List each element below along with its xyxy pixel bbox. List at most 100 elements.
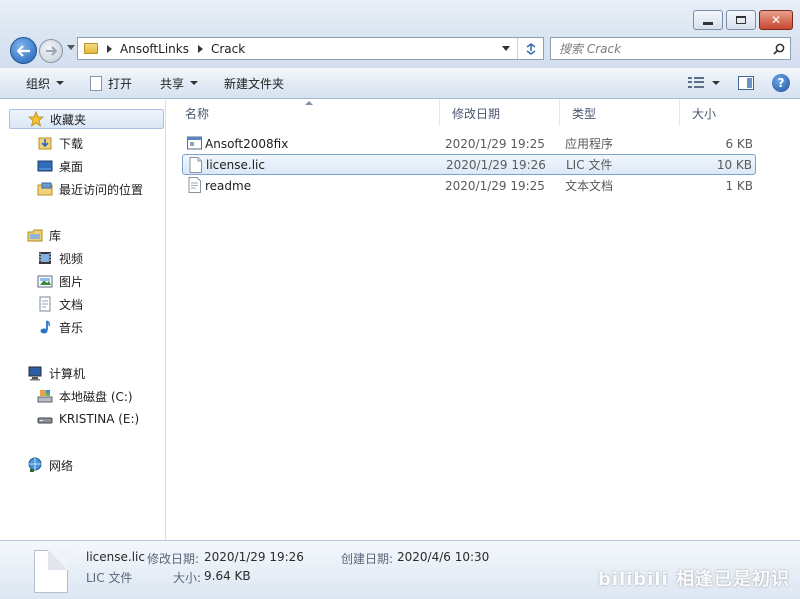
search-icon xyxy=(773,43,785,55)
nav-libraries[interactable]: 库 xyxy=(27,225,61,245)
folder-icon xyxy=(84,43,98,54)
file-date: 2020/1/29 19:26 xyxy=(446,157,546,172)
details-modified-value: 2020/1/29 19:26 xyxy=(204,550,304,564)
details-created-value: 2020/4/6 10:30 xyxy=(397,550,490,564)
nav-pictures[interactable]: 图片 xyxy=(37,271,83,291)
forward-button[interactable] xyxy=(39,39,63,63)
nav-label: 桌面 xyxy=(59,159,84,174)
command-bar: 组织 打开 共享 新建文件夹 ? xyxy=(0,68,800,99)
nav-computer[interactable]: 计算机 xyxy=(27,363,85,383)
new-folder-label: 新建文件夹 xyxy=(224,76,285,91)
organize-menu[interactable]: 组织 xyxy=(0,68,74,98)
view-options-icon[interactable] xyxy=(688,77,704,89)
maximize-button[interactable] xyxy=(726,10,756,30)
library-icon xyxy=(27,227,43,243)
star-icon xyxy=(28,111,44,127)
chevron-right-icon[interactable] xyxy=(197,44,203,53)
documents-icon xyxy=(37,296,53,312)
nav-label: 最近访问的位置 xyxy=(59,182,144,197)
video-icon xyxy=(37,250,53,266)
forward-arrow-icon xyxy=(46,46,57,56)
file-size: 10 KB xyxy=(716,157,752,172)
open-button[interactable]: 打开 xyxy=(74,68,142,98)
recent-places-icon xyxy=(37,181,53,197)
open-label: 打开 xyxy=(108,76,133,91)
chevron-right-icon[interactable] xyxy=(107,44,112,53)
nav-music[interactable]: 音乐 xyxy=(37,317,83,337)
nav-label: 音乐 xyxy=(59,320,84,335)
refresh-button[interactable] xyxy=(517,38,543,59)
file-row[interactable]: readme 2020/1/29 19:25 文本文档 1 KB xyxy=(182,175,756,196)
nav-label: KRISTINA (E:) xyxy=(59,412,140,426)
minimize-button[interactable] xyxy=(693,10,723,30)
address-dropdown-button[interactable] xyxy=(495,38,517,59)
system-drive-icon xyxy=(37,388,53,404)
network-icon xyxy=(27,457,43,473)
details-created-label: 创建日期: xyxy=(341,552,394,566)
back-button[interactable] xyxy=(10,37,37,64)
column-header-size[interactable]: 大小 xyxy=(680,100,760,126)
file-row[interactable]: Ansoft2008fix 2020/1/29 19:25 应用程序 6 KB xyxy=(182,133,756,154)
column-header-type[interactable]: 类型 xyxy=(560,100,680,126)
nav-local-disk-c[interactable]: 本地磁盘 (C:) xyxy=(37,386,133,406)
chevron-down-icon xyxy=(56,81,65,85)
file-type: 应用程序 xyxy=(565,137,614,151)
maximize-icon xyxy=(736,16,746,24)
document-icon xyxy=(90,75,103,91)
toolbar-right: ? xyxy=(688,74,800,92)
search-box[interactable] xyxy=(550,37,791,60)
nav-label: 文档 xyxy=(59,297,84,312)
file-row[interactable]: license.lic 2020/1/29 19:26 LIC 文件 10 KB xyxy=(182,154,756,175)
share-label: 共享 xyxy=(160,76,185,91)
download-folder-icon xyxy=(37,135,53,151)
preview-pane-icon[interactable] xyxy=(738,76,754,90)
column-header-name[interactable]: 名称 xyxy=(173,100,440,126)
explorer-window: ✕ AnsoftLinks Crack 搜索 Crack 组织 打开 共享 新建… xyxy=(0,0,800,599)
desktop-icon xyxy=(37,158,53,174)
column-header-date[interactable]: 修改日期 xyxy=(440,100,560,126)
nav-label: 图片 xyxy=(59,274,84,289)
file-list: 名称 修改日期 类型 大小 Ansoft2008fix 2020/1/29 19… xyxy=(167,100,800,540)
file-date: 2020/1/29 19:25 xyxy=(445,178,545,193)
details-size-value: 9.64 KB xyxy=(204,569,251,583)
nav-label: 视频 xyxy=(59,251,84,266)
organize-label: 组织 xyxy=(26,76,51,91)
nav-downloads[interactable]: 下载 xyxy=(37,133,83,153)
details-size-label: 大小: xyxy=(173,571,202,585)
picture-icon xyxy=(37,273,53,289)
chevron-down-icon xyxy=(502,46,510,51)
search-input[interactable] xyxy=(551,38,768,59)
window-chrome: ✕ AnsoftLinks Crack xyxy=(0,0,800,68)
chevron-down-icon[interactable] xyxy=(712,81,720,85)
file-type: LIC 文件 xyxy=(566,158,613,172)
nav-desktop[interactable]: 桌面 xyxy=(37,156,83,176)
nav-label: 本地磁盘 (C:) xyxy=(59,389,133,404)
window-controls: ✕ xyxy=(693,10,793,30)
application-icon xyxy=(187,136,202,150)
share-menu[interactable]: 共享 xyxy=(142,68,208,98)
search-button[interactable] xyxy=(768,43,790,55)
address-actions xyxy=(495,38,543,59)
close-button[interactable]: ✕ xyxy=(759,10,793,30)
file-thumbnail-icon xyxy=(34,550,68,593)
chevron-down-icon xyxy=(190,81,199,85)
address-bar[interactable]: AnsoftLinks Crack xyxy=(77,37,544,60)
recent-pages-dropdown-icon[interactable] xyxy=(67,45,75,50)
nav-network[interactable]: 网络 xyxy=(27,455,73,475)
music-note-icon xyxy=(37,319,53,335)
nav-recent-places[interactable]: 最近访问的位置 xyxy=(37,179,143,199)
file-date: 2020/1/29 19:25 xyxy=(445,136,545,151)
new-folder-button[interactable]: 新建文件夹 xyxy=(208,68,294,98)
help-icon[interactable]: ? xyxy=(772,74,790,92)
details-filetype: LIC 文件 xyxy=(86,571,133,585)
nav-label: 收藏夹 xyxy=(50,112,87,127)
nav-favorites[interactable]: 收藏夹 xyxy=(9,109,164,129)
breadcrumb-ansoftlinks[interactable]: AnsoftLinks xyxy=(120,42,189,56)
nav-label: 计算机 xyxy=(49,366,86,381)
nav-videos[interactable]: 视频 xyxy=(37,248,83,268)
nav-drive-e[interactable]: KRISTINA (E:) xyxy=(37,409,139,429)
details-modified-label: 修改日期: xyxy=(147,552,200,566)
breadcrumb-crack[interactable]: Crack xyxy=(211,42,245,56)
refresh-icon xyxy=(526,42,535,55)
nav-documents[interactable]: 文档 xyxy=(37,294,83,314)
